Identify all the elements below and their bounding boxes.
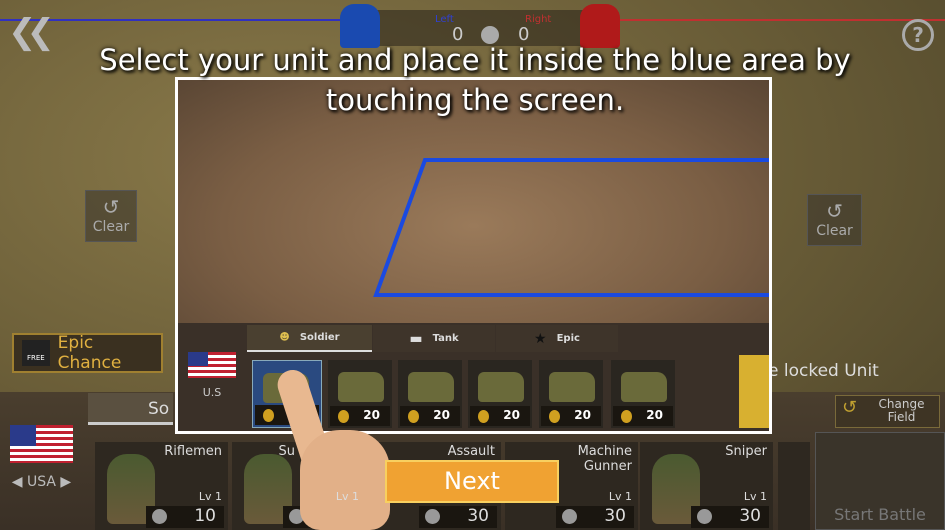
tab-soldier[interactable]: ☻ Soldier [247, 325, 372, 352]
back-chevron-icon[interactable]: ❮❮ [8, 12, 55, 52]
cost-value: 20 [503, 408, 520, 422]
left-label: Left [435, 14, 454, 25]
vehicle-card[interactable]: 20 [539, 360, 603, 428]
cost-value: 30 [604, 506, 626, 526]
gold-coin-icon [408, 410, 419, 423]
locked-unit-text: e locked Unit [768, 361, 879, 381]
cost-value: 20 [363, 408, 380, 422]
clear-label: Clear [816, 223, 853, 239]
country-label: USA [27, 474, 56, 490]
hand-icon [300, 430, 390, 530]
instruction-text: Select your unit and place it inside the… [99, 43, 851, 117]
artillery-image [549, 372, 595, 402]
gold-coin-icon [338, 410, 349, 423]
unit-name: Su [278, 444, 296, 459]
gold-coin-icon [549, 410, 560, 423]
us-flag [188, 352, 236, 378]
unit-level: Lv 1 [608, 490, 632, 503]
help-button[interactable]: ? [902, 19, 934, 51]
unit-cost: 30 [691, 506, 769, 528]
locked-unit-button[interactable] [739, 355, 769, 428]
country-selector[interactable]: ◀ USA ▶ [10, 474, 73, 490]
next-button[interactable]: Next [385, 460, 559, 503]
cost-value: 20 [574, 408, 591, 422]
tab-tank[interactable]: ▬ Tank [373, 325, 495, 352]
undo-icon: ↺ [826, 199, 843, 223]
start-battle-label: Start Battle [834, 505, 926, 524]
refresh-icon: ↺ [842, 397, 858, 418]
coin-icon [425, 509, 440, 524]
tab-label: Soldier [299, 332, 340, 343]
unit-level: Lv 1 [743, 490, 767, 503]
epic-chance-label: Epic Chance [57, 333, 122, 373]
unit-card[interactable]: Sniper Lv 1 30 [640, 442, 773, 530]
tab-label: Tank [432, 333, 459, 344]
unit-name: Assault [447, 444, 495, 459]
tab-label: So [148, 399, 170, 419]
unit-card-partial[interactable] [778, 442, 810, 530]
coin-icon [697, 509, 712, 524]
clear-right-button[interactable]: ↺ Clear [807, 194, 862, 246]
unit-cost: 30 [556, 506, 634, 528]
tab-epic[interactable]: ★ Epic [496, 325, 618, 352]
tab-soldier-bg[interactable]: So [88, 393, 173, 425]
coin-icon [562, 509, 577, 524]
unit-level: Lv 1 [335, 490, 359, 503]
tab-label: Epic [556, 333, 580, 344]
unit-card[interactable]: Riflemen Lv 1 10 [95, 442, 228, 530]
clapperboard-icon: FREE [22, 340, 50, 366]
unit-cost: 10 [146, 506, 224, 528]
unit-name: Riflemen [164, 444, 222, 459]
gold-coin-icon [478, 410, 489, 423]
soldier-icon: ☻ [279, 332, 290, 343]
vehicle-card[interactable]: 20 [328, 360, 392, 428]
jeep-image [338, 372, 384, 402]
country-label: U.S [202, 386, 222, 399]
cost-value: 20 [433, 408, 450, 422]
halftrack-image [621, 372, 667, 402]
tank-icon: ▬ [409, 330, 423, 347]
cost-value: 30 [467, 506, 489, 526]
change-field-label: Change Field [878, 397, 925, 424]
tank-image [478, 372, 524, 402]
cost-value: 10 [194, 506, 216, 526]
gold-coin-icon [621, 410, 632, 423]
right-side-line [600, 19, 945, 21]
usa-flag [10, 425, 73, 463]
clear-label: Clear [92, 219, 130, 235]
undo-icon: ↺ [102, 195, 120, 219]
unit-name: Machine Gunner [577, 444, 632, 474]
change-field-button[interactable]: ↺ Change Field [835, 395, 940, 428]
unit-level: Lv 1 [198, 490, 222, 503]
left-side-line [0, 19, 360, 21]
tank-image [408, 372, 454, 402]
cost-value: 30 [739, 506, 761, 526]
cost-value: 20 [646, 408, 663, 422]
unit-name: Sniper [725, 444, 767, 459]
vehicle-card[interactable]: 20 [398, 360, 462, 428]
epic-chance-button[interactable]: FREE Epic Chance [12, 333, 163, 373]
unit-cost: 30 [419, 506, 497, 528]
vehicle-card[interactable]: 20 [468, 360, 532, 428]
tutorial-modal: ☻ Soldier ▬ Tank ★ Epic U.S 20 20 20 20 20 … [175, 77, 772, 434]
coin-icon [152, 509, 167, 524]
start-battle-button[interactable]: Start Battle [815, 432, 945, 530]
clear-left-button[interactable]: ↺ Clear [85, 190, 137, 242]
gold-coin-icon [263, 409, 274, 422]
vehicle-card[interactable]: 20 [611, 360, 675, 428]
star-icon: ★ [534, 330, 547, 347]
